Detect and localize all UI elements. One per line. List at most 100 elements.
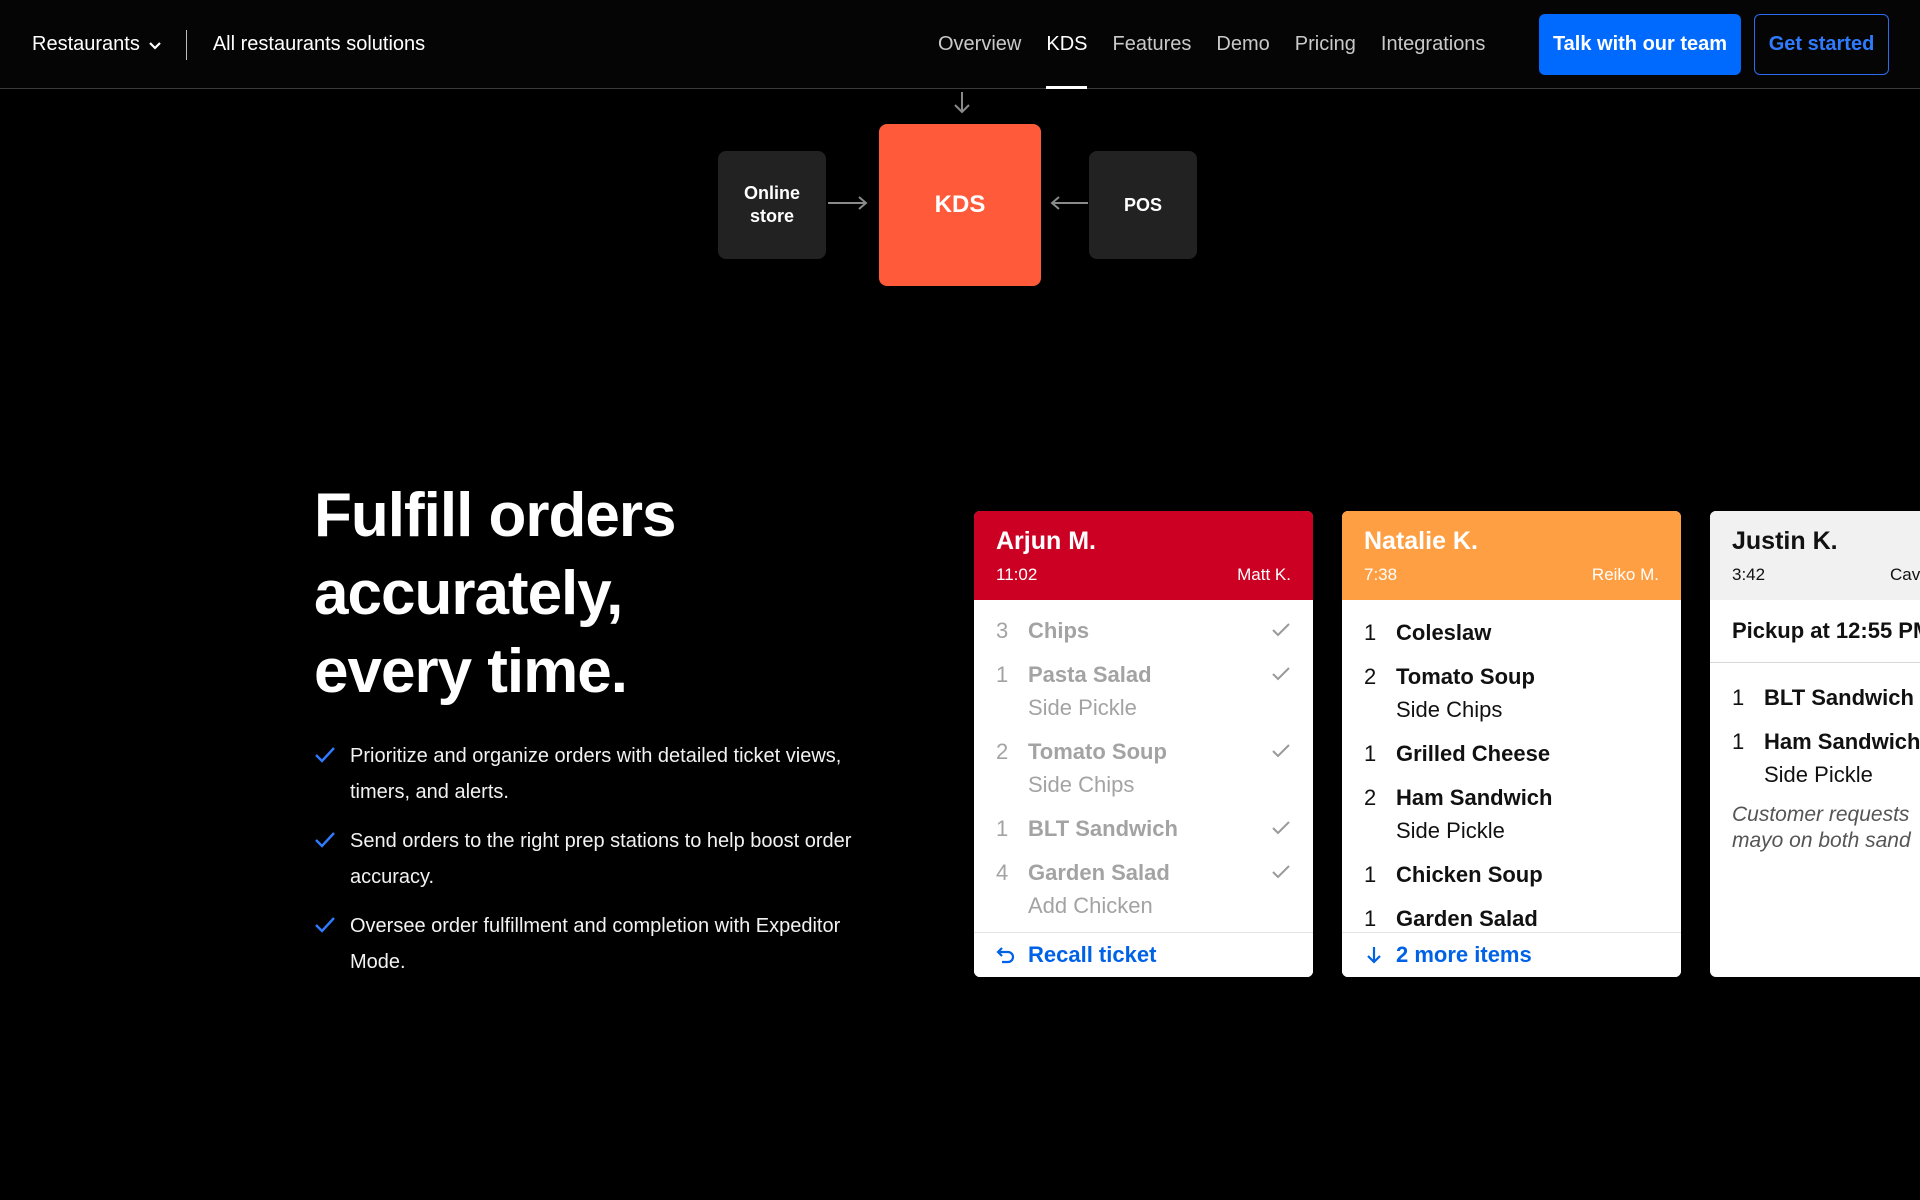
ticket-timer: 3:42 [1732,565,1766,584]
headline-line-2: accurately, [314,559,623,628]
ticket-customer-name: Justin K. [1732,527,1838,555]
checkmark-icon [315,747,335,763]
chevron-down-icon [148,38,162,54]
arrow-down-icon [1367,947,1381,964]
undo-icon [996,947,1015,964]
feature-text: Send orders to the right prep stations t… [350,830,852,888]
item-name: Ham Sandwich [1396,785,1553,810]
restaurants-label: Restaurants [32,33,140,55]
all-restaurants-solutions-link[interactable]: All restaurants solutions [213,33,425,56]
item-name: Tomato Soup [1396,664,1535,689]
checkmark-icon [315,832,335,848]
feature-item: Prioritize and organize orders with deta… [314,738,854,810]
nav-link-demo[interactable]: Demo [1216,0,1269,89]
check-icon [1272,744,1290,758]
ticket-item[interactable]: 3 Chips [996,614,1291,647]
nav-link-kds[interactable]: KDS [1046,0,1088,89]
item-name: Tomato Soup [1028,739,1167,764]
ticket-server: Cav [1890,565,1920,584]
online-store-label-line1: Online [743,183,800,203]
feature-text: Oversee order fulfillment and completion… [350,915,841,973]
item-modifier: Side Chips [1396,697,1503,722]
ticket-timer: 7:38 [1364,565,1398,584]
headline-line-3: every time. [314,637,628,706]
order-ticket-arjun: Arjun M. 11:02 Matt K. 3 Chips 1 Pasta S… [974,511,1313,977]
ticket-header: Justin K. 3:42 Cav [1710,511,1920,600]
arrow-left-icon [1050,196,1088,210]
feature-text: Prioritize and organize orders with deta… [350,745,842,803]
item-name: BLT Sandwich [1764,685,1914,710]
ticket-item[interactable]: 2 Ham Sandwich Side Pickle [1364,781,1659,847]
item-name: Garden Salad [1028,860,1170,885]
item-quantity: 1 [996,662,1009,687]
ticket-item[interactable]: 2 Tomato Soup Side Chips [996,735,1291,801]
item-modifier: Side Pickle [1028,695,1137,720]
ticket-customer-name: Natalie K. [1364,527,1478,555]
item-name: BLT Sandwich [1028,816,1178,841]
kds-box: KDS [879,124,1041,286]
headline-line-1: Fulfill orders [314,481,676,550]
ticket-header: Arjun M. 11:02 Matt K. [974,511,1313,600]
item-quantity: 1 [1364,862,1377,887]
feature-item: Send orders to the right prep stations t… [314,823,854,895]
item-quantity: 1 [1364,741,1377,766]
ticket-customer-name: Arjun M. [996,527,1096,555]
item-name: Garden Salad [1396,906,1538,931]
top-nav: Restaurants All restaurants solutions Ov… [0,0,1920,89]
ticket-item[interactable]: 1 Garden Salad [1364,902,1659,935]
ticket-item[interactable]: 1 Pasta Salad Side Pickle [996,658,1291,724]
feature-list: Prioritize and organize orders with deta… [314,738,854,993]
item-modifier: Side Pickle [1396,818,1505,843]
customer-note: Customer requests mayo on both sand [1710,802,1920,854]
nav-link-pricing[interactable]: Pricing [1295,0,1356,89]
customer-note-line1: Customer requests [1732,803,1910,826]
recall-ticket-label: Recall ticket [1028,942,1157,967]
nav-link-overview[interactable]: Overview [938,0,1021,89]
check-icon [1272,667,1290,681]
item-name: Coleslaw [1396,620,1492,645]
item-modifier: Side Pickle [1764,762,1873,787]
check-icon [1272,821,1290,835]
down-arrow-icon [954,92,970,114]
ticket-items: 3 Chips 1 Pasta Salad Side Pickle 2 Toma… [974,600,1313,922]
ticket-item[interactable]: 1 Coleslaw [1364,616,1659,649]
restaurants-menu[interactable]: Restaurants [32,33,162,56]
item-quantity: 1 [1364,620,1377,645]
ticket-server: Reiko M. [1591,565,1659,584]
ticket-items: 1 Coleslaw 2 Tomato Soup Side Chips 1 Gr… [1342,600,1681,935]
pickup-time: Pickup at 12:55 PM [1710,600,1920,663]
ticket-item[interactable]: 1 BLT Sandwich [996,812,1291,845]
item-quantity: 1 [1364,906,1377,931]
get-started-button[interactable]: Get started [1754,14,1889,75]
online-store-box: Online store [718,151,826,259]
ticket-item[interactable]: 1 Ham Sandwich Side Pickle [1732,725,1920,791]
checkmark-icon [315,917,335,933]
item-name: Pasta Salad [1028,662,1152,687]
arrow-right-icon [828,196,868,210]
ticket-item[interactable]: 4 Garden Salad Add Chicken [996,856,1291,922]
item-quantity: 1 [996,816,1009,841]
item-quantity: 3 [996,618,1009,643]
online-store-label-line2: store [749,206,794,226]
ticket-item[interactable]: 2 Tomato Soup Side Chips [1364,660,1659,726]
ticket-item[interactable]: 1 Grilled Cheese [1364,737,1659,770]
nav-link-features[interactable]: Features [1112,0,1191,89]
more-items-label: 2 more items [1396,942,1532,967]
ticket-timer: 11:02 [996,565,1038,584]
ticket-item[interactable]: 1 Chicken Soup [1364,858,1659,891]
ticket-item[interactable]: 1 BLT Sandwich [1732,681,1920,714]
nav-link-integrations[interactable]: Integrations [1381,0,1486,89]
customer-note-line2: mayo on both sand [1732,829,1911,852]
order-ticket-justin: Justin K. 3:42 Cav Pickup at 12:55 PM 1 … [1710,511,1920,977]
item-quantity: 1 [1732,729,1745,754]
nav-left: Restaurants All restaurants solutions [32,0,425,89]
item-quantity: 2 [1364,785,1377,810]
talk-with-team-button[interactable]: Talk with our team [1539,14,1741,75]
check-icon [1272,865,1290,879]
item-name: Chips [1028,618,1090,643]
recall-ticket-button[interactable]: Recall ticket [974,932,1313,977]
order-ticket-natalie: Natalie K. 7:38 Reiko M. 1 Coleslaw 2 To… [1342,511,1681,977]
ticket-header: Natalie K. 7:38 Reiko M. [1342,511,1681,600]
item-name: Ham Sandwich [1764,729,1920,754]
more-items-button[interactable]: 2 more items [1342,932,1681,977]
